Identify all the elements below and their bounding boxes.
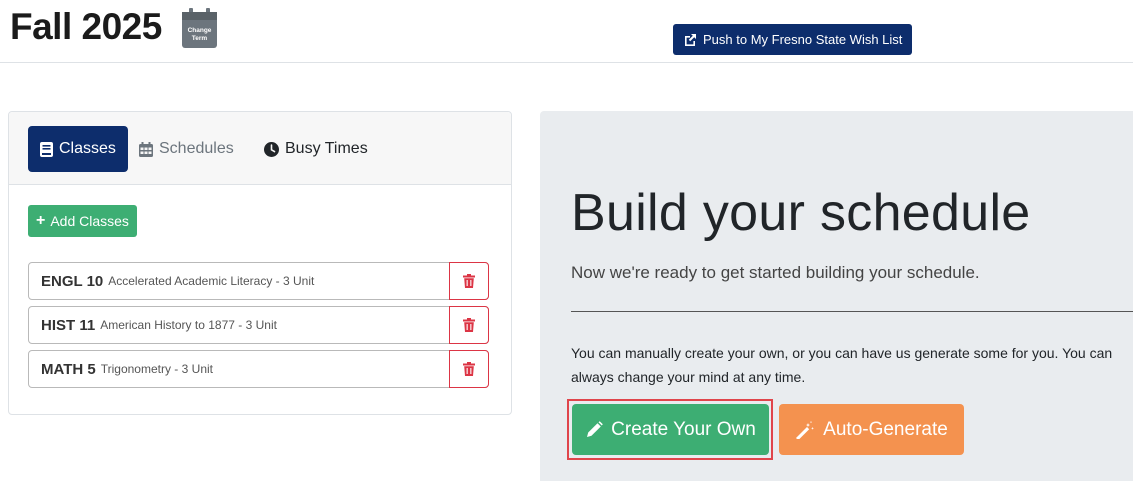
- calendar-grid-icon: [139, 141, 153, 157]
- divider: [571, 311, 1133, 312]
- create-your-own-label: Create Your Own: [611, 418, 756, 440]
- add-classes-button[interactable]: + Add Classes: [28, 205, 137, 237]
- clock-icon: [264, 141, 279, 157]
- class-description: Trigonometry - 3 Unit: [100, 362, 213, 376]
- plus-icon: +: [36, 212, 46, 229]
- build-subtitle: Now we're ready to get started building …: [571, 263, 980, 282]
- trash-icon: [463, 362, 475, 376]
- class-info: ENGL 10 Accelerated Academic Literacy - …: [41, 263, 314, 299]
- remove-class-button[interactable]: [449, 350, 489, 388]
- page-header: Fall 2025 Change Term Push to My Fresno …: [0, 0, 1133, 63]
- tabs-bar: Classes Schedules Busy Times: [9, 112, 511, 185]
- tab-busy-times[interactable]: Busy Times: [252, 126, 380, 172]
- add-classes-label: Add Classes: [50, 213, 129, 229]
- trash-icon: [463, 274, 475, 288]
- remove-class-button[interactable]: [449, 306, 489, 344]
- book-icon: [40, 141, 53, 157]
- build-title: Build your schedule: [571, 184, 1031, 242]
- pencil-icon: [587, 420, 603, 437]
- tab-classes-label: Classes: [59, 140, 116, 157]
- change-term-line2: Term: [192, 35, 208, 42]
- external-link-icon: [685, 33, 696, 46]
- class-row[interactable]: ENGL 10 Accelerated Academic Literacy - …: [28, 262, 489, 300]
- push-wish-list-button[interactable]: Push to My Fresno State Wish List: [673, 24, 913, 55]
- magic-wand-icon: [796, 420, 815, 439]
- remove-class-button[interactable]: [449, 262, 489, 300]
- tab-busy-times-label: Busy Times: [285, 140, 368, 157]
- change-term-button[interactable]: Change Term: [182, 8, 217, 48]
- class-info: HIST 11 American History to 1877 - 3 Uni…: [41, 307, 277, 343]
- build-description: You can manually create your own, or you…: [571, 345, 1113, 385]
- class-row[interactable]: MATH 5 Trigonometry - 3 Unit: [28, 350, 489, 388]
- class-description: American History to 1877 - 3 Unit: [100, 318, 277, 332]
- classes-card: Classes Schedules Busy Times + Add Class…: [8, 111, 512, 415]
- class-code: HIST 11: [41, 316, 96, 334]
- push-wish-list-label: Push to My Fresno State Wish List: [703, 32, 903, 47]
- auto-generate-label: Auto-Generate: [823, 418, 948, 440]
- calendar-icon: Change Term: [182, 8, 217, 48]
- class-code: ENGL 10: [41, 272, 104, 290]
- trash-icon: [463, 318, 475, 332]
- tab-schedules[interactable]: Schedules: [127, 126, 246, 172]
- class-code: MATH 5: [41, 360, 96, 378]
- auto-generate-button[interactable]: Auto-Generate: [779, 404, 964, 455]
- change-term-line1: Change: [188, 27, 212, 34]
- term-title: Fall 2025: [10, 6, 162, 47]
- tab-classes[interactable]: Classes: [28, 126, 128, 172]
- tab-schedules-label: Schedules: [159, 140, 234, 157]
- class-info: MATH 5 Trigonometry - 3 Unit: [41, 351, 213, 387]
- create-your-own-button[interactable]: Create Your Own: [572, 404, 769, 455]
- class-description: Accelerated Academic Literacy - 3 Unit: [108, 274, 315, 288]
- class-row[interactable]: HIST 11 American History to 1877 - 3 Uni…: [28, 306, 489, 344]
